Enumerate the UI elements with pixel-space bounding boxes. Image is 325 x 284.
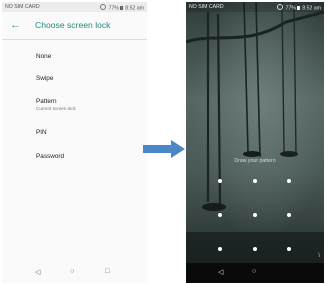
lock-option-label: Swipe bbox=[36, 75, 54, 82]
pattern-dot[interactable] bbox=[218, 179, 222, 183]
clock-text: 8:52 am bbox=[125, 5, 144, 12]
navigation-bar: ◁ ○ □ bbox=[2, 263, 147, 283]
pattern-dot[interactable] bbox=[287, 179, 291, 183]
pattern-dot[interactable] bbox=[287, 247, 291, 251]
lock-option-label: Pattern bbox=[36, 98, 57, 105]
navigation-bar: ◁ ○ bbox=[186, 263, 324, 283]
corner-glyph: \ bbox=[318, 253, 320, 259]
transition-arrow-icon bbox=[143, 140, 185, 158]
battery-icon bbox=[120, 5, 123, 10]
lock-option-label: Password bbox=[36, 153, 65, 160]
app-bar-divider bbox=[2, 39, 147, 40]
carrier-text: NO SIM CARD bbox=[5, 4, 40, 10]
pattern-dot[interactable] bbox=[253, 213, 257, 217]
pattern-dot[interactable] bbox=[253, 247, 257, 251]
lock-option-subtitle: Current screen lock bbox=[36, 106, 76, 111]
battery-icon bbox=[297, 5, 300, 10]
lock-option-password[interactable]: Password bbox=[36, 153, 64, 161]
status-bar: NO SIM CARD 77% 8:52 am bbox=[186, 2, 324, 12]
pattern-dot[interactable] bbox=[218, 247, 222, 251]
battery-text: 77% bbox=[285, 5, 296, 12]
lock-screen-wallpaper bbox=[186, 2, 324, 283]
status-bar: NO SIM CARD 77% 8:52 am bbox=[2, 2, 147, 12]
nav-home-icon[interactable]: ○ bbox=[252, 268, 256, 275]
carrier-text: NO SIM CARD bbox=[189, 4, 224, 10]
nav-back-icon[interactable]: ◁ bbox=[35, 268, 40, 276]
pattern-dot[interactable] bbox=[287, 213, 291, 217]
back-arrow-icon[interactable]: ← bbox=[10, 18, 21, 32]
signal-icon bbox=[100, 4, 107, 10]
pattern-dot[interactable] bbox=[218, 213, 222, 217]
nav-recents-icon[interactable]: □ bbox=[105, 268, 109, 275]
lock-option-pin[interactable]: PIN bbox=[36, 129, 47, 137]
pattern-lock-screen: NO SIM CARD 77% 8:52 am Draw your patter… bbox=[186, 2, 324, 283]
screen-lock-settings-screen: NO SIM CARD 77% 8:52 am ← Choose screen … bbox=[2, 2, 147, 283]
battery-text: 77% bbox=[108, 5, 119, 12]
status-right: 77% 8:52 am bbox=[277, 4, 321, 12]
app-bar: ← Choose screen lock bbox=[2, 12, 147, 40]
status-right: 77% 8:52 am bbox=[100, 4, 144, 12]
signal-icon bbox=[277, 4, 284, 10]
lock-option-label: PIN bbox=[36, 129, 47, 136]
clock-text: 8:52 am bbox=[302, 5, 321, 12]
nav-back-icon[interactable]: ◁ bbox=[218, 268, 223, 276]
lock-option-none[interactable]: None bbox=[36, 53, 51, 61]
lock-option-label: None bbox=[36, 53, 52, 60]
pattern-prompt: Draw your pattern bbox=[234, 158, 276, 164]
lock-option-pattern[interactable]: Pattern Current screen lock bbox=[36, 98, 76, 112]
page-title: Choose screen lock bbox=[35, 20, 111, 30]
pattern-dot[interactable] bbox=[253, 179, 257, 183]
nav-home-icon[interactable]: ○ bbox=[70, 268, 74, 275]
lock-option-swipe[interactable]: Swipe bbox=[36, 75, 53, 83]
